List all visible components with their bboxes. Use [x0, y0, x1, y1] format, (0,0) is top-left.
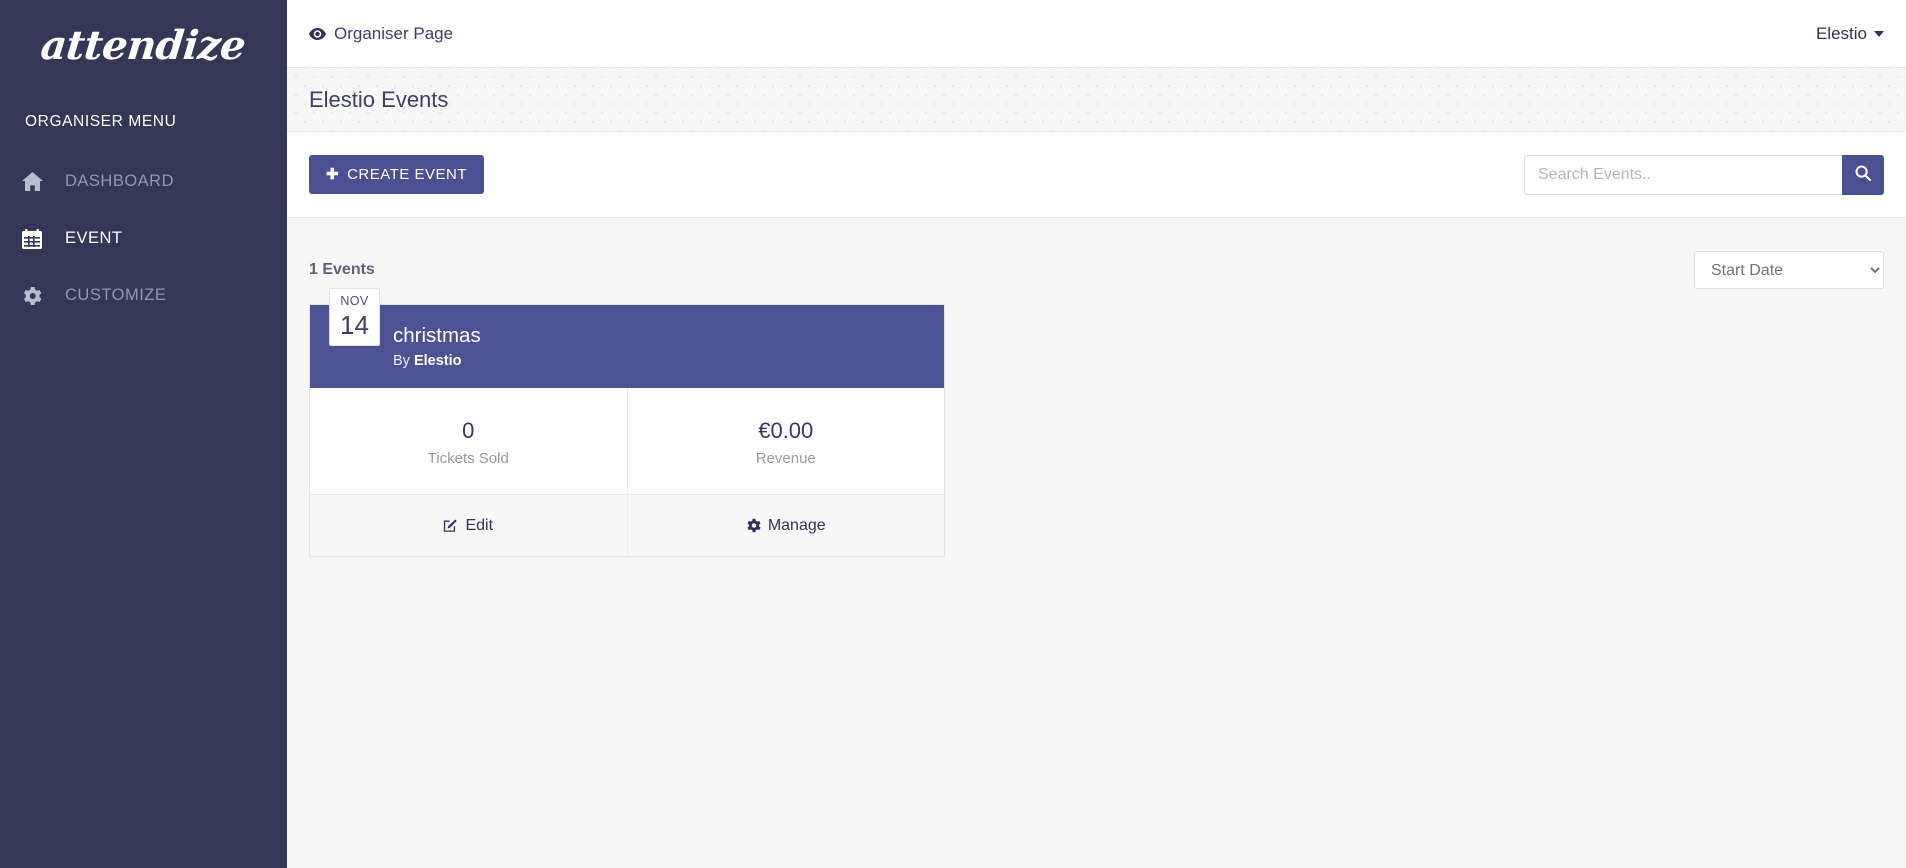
event-organiser-name: Elestio [413, 352, 462, 369]
stat-label: Tickets Sold [427, 449, 509, 467]
plus-icon: ✚ [326, 166, 340, 183]
event-card-actions: Edit Manage [310, 494, 944, 556]
event-date-badge: NOV 14 [329, 288, 380, 346]
events-count: 1 Events [309, 261, 375, 278]
brand-logo[interactable]: attendize [0, 0, 287, 85]
page-title-bar: Elestio Events [287, 68, 1906, 132]
event-organiser: By Elestio [393, 353, 481, 369]
event-by-prefix: By [393, 352, 410, 369]
sidebar-item-label: DASHBOARD [65, 172, 175, 190]
stat-value: €0.00 [758, 418, 814, 444]
sidebar-item-customize[interactable]: CUSTOMIZE [0, 267, 287, 324]
main-area: Organiser Page Elestio Elestio Events ✚ … [287, 0, 1906, 868]
user-menu[interactable]: Elestio [1816, 24, 1884, 44]
sidebar-item-label: CUSTOMIZE [65, 286, 167, 304]
organiser-page-link[interactable]: Organiser Page [309, 24, 453, 44]
content-area: 1 Events Start Date End Date Title Creat… [287, 218, 1906, 868]
caret-down-icon [1874, 30, 1884, 37]
gear-icon [22, 286, 52, 306]
sort-by-select[interactable]: Start Date End Date Title Created [1694, 251, 1884, 289]
home-icon [22, 172, 52, 191]
sidebar-nav: DASHBOARD EVENT CUSTOMIZE [0, 153, 287, 324]
action-bar: ✚ CREATE EVENT [287, 132, 1906, 218]
sidebar-item-label: EVENT [65, 229, 123, 247]
sidebar-item-dashboard[interactable]: DASHBOARD [0, 153, 287, 210]
sidebar: attendize ORGANISER MENU DASHBOARD EVENT… [0, 0, 287, 868]
gear-icon [746, 518, 761, 533]
sidebar-item-event[interactable]: EVENT [0, 210, 287, 267]
event-manage-button[interactable]: Manage [626, 495, 945, 556]
event-card: NOV 14 christmas By Elestio 0 Tickets So… [309, 288, 945, 557]
sidebar-menu-title: ORGANISER MENU [25, 113, 177, 130]
search-icon [1855, 165, 1871, 184]
search-button[interactable] [1842, 154, 1884, 195]
event-card-header[interactable]: christmas By Elestio [310, 305, 944, 388]
topbar: Organiser Page Elestio [287, 0, 1906, 68]
calendar-icon [22, 228, 52, 249]
eye-icon [309, 27, 326, 40]
list-header: 1 Events Start Date End Date Title Creat… [309, 218, 1884, 298]
event-title: christmas [393, 324, 481, 348]
search-input[interactable] [1524, 154, 1842, 195]
event-date-month: NOV [340, 294, 369, 308]
event-date-day: 14 [340, 309, 369, 340]
edit-icon [443, 518, 458, 533]
events-list: NOV 14 christmas By Elestio 0 Tickets So… [309, 288, 1884, 557]
stat-label: Revenue [755, 449, 816, 467]
event-manage-label: Manage [767, 516, 826, 534]
stat-tickets-sold: 0 Tickets Sold [310, 388, 627, 494]
create-event-label: CREATE EVENT [347, 166, 467, 183]
stat-revenue: €0.00 Revenue [626, 388, 945, 494]
event-card-heading: christmas By Elestio [393, 324, 481, 369]
brand-logo-text: attendize [38, 22, 249, 69]
create-event-button[interactable]: ✚ CREATE EVENT [309, 155, 484, 194]
stat-value: 0 [462, 418, 475, 444]
app-root: attendize ORGANISER MENU DASHBOARD EVENT… [0, 0, 1906, 868]
event-edit-button[interactable]: Edit [310, 495, 627, 556]
page-title: Elestio Events [309, 86, 449, 112]
event-stats: 0 Tickets Sold €0.00 Revenue [310, 388, 944, 494]
search-group [1524, 154, 1884, 195]
event-edit-label: Edit [465, 516, 494, 534]
organiser-page-label: Organiser Page [334, 23, 454, 43]
user-menu-label: Elestio [1815, 23, 1867, 43]
